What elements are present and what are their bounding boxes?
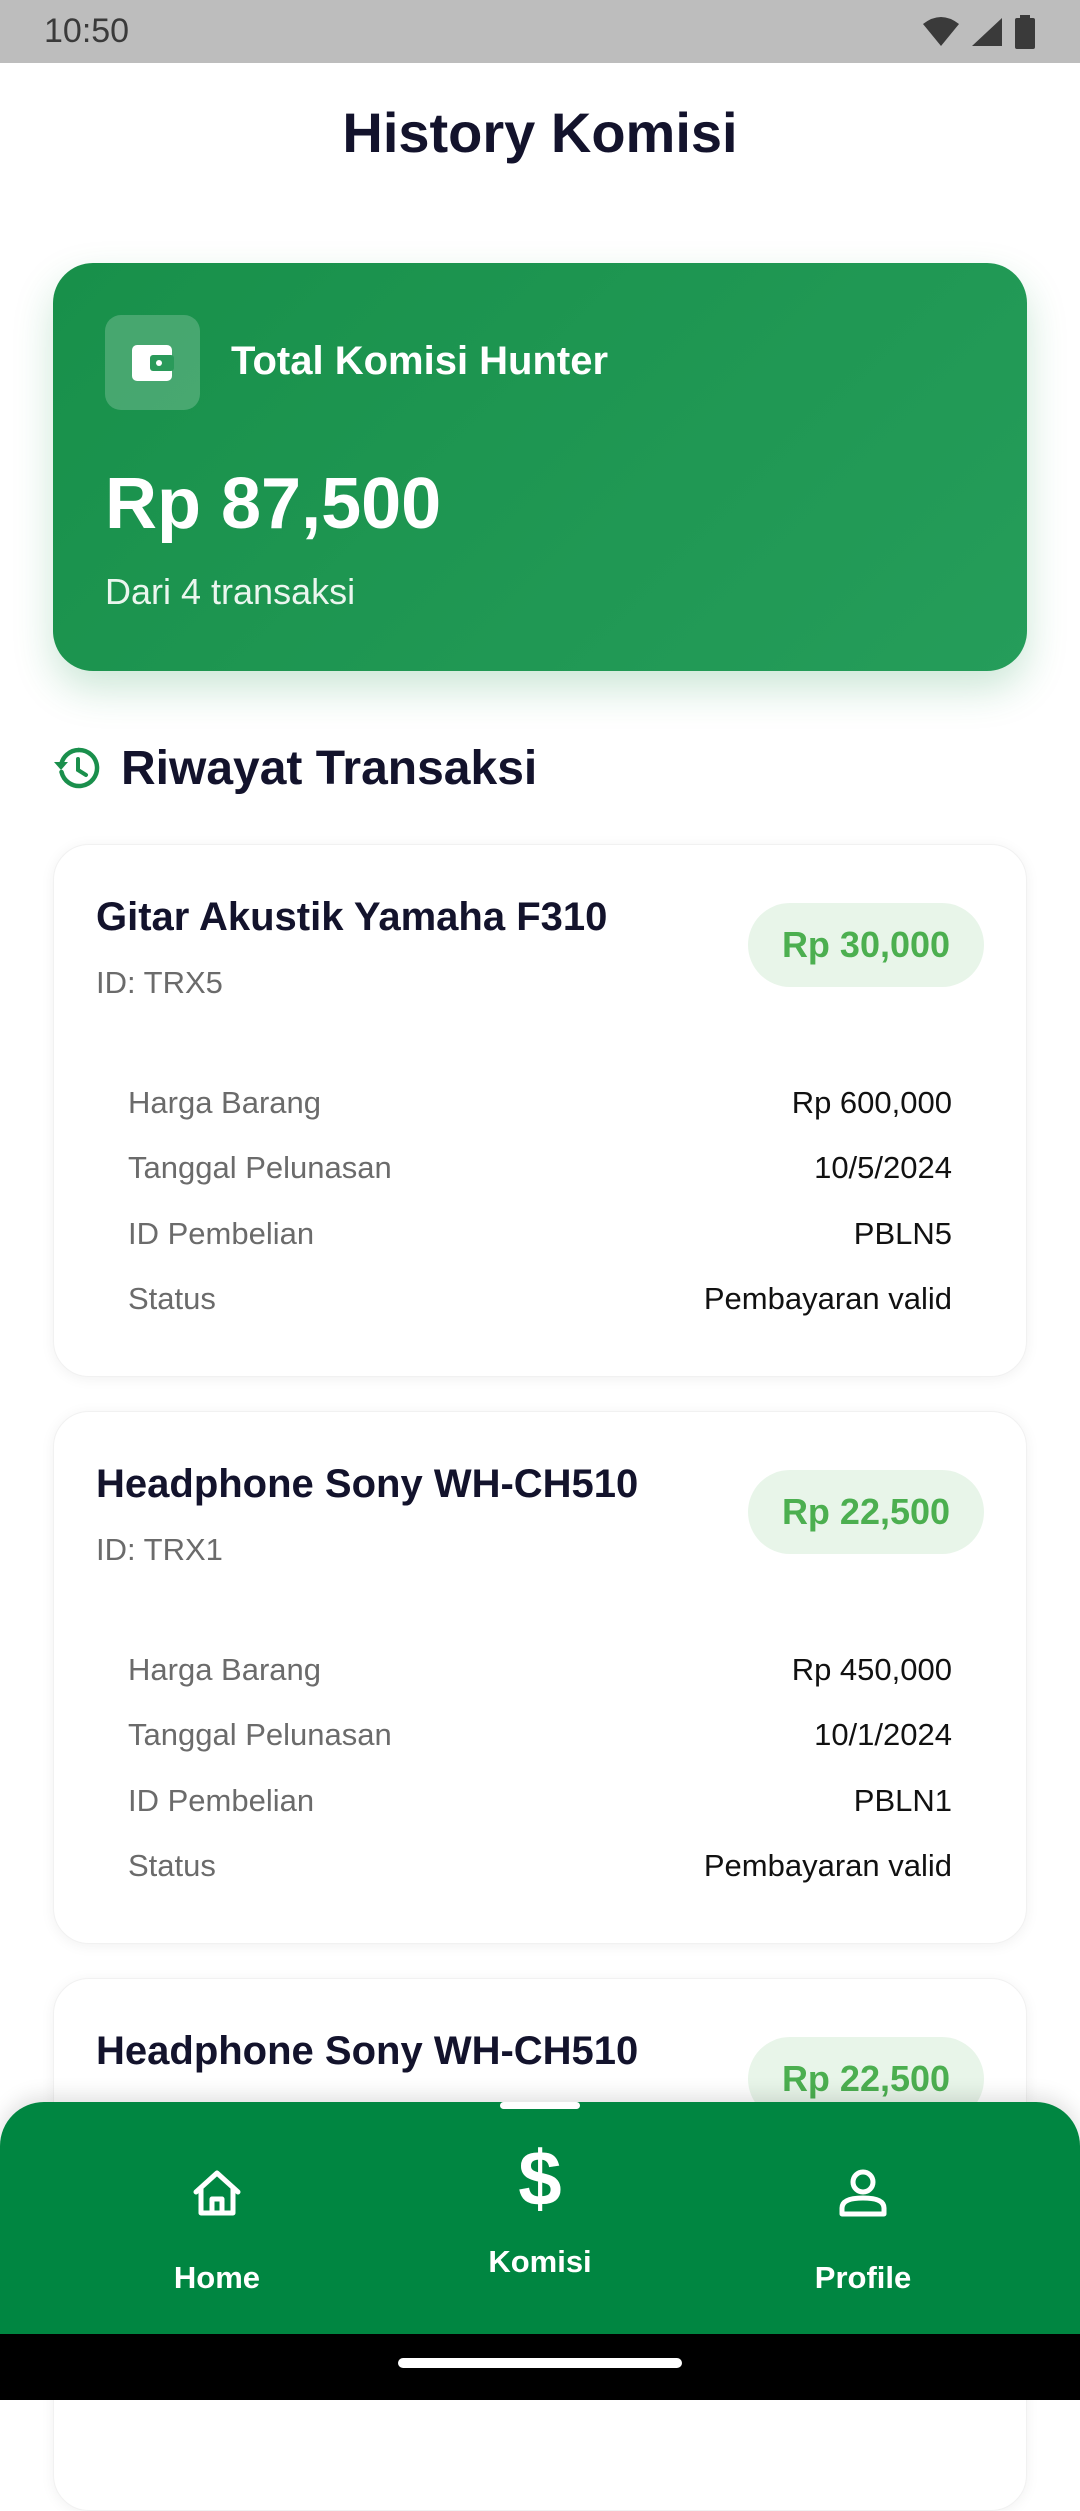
detail-row-status: Status Pembayaran valid	[128, 1834, 952, 1900]
transaction-id: ID: TRX5	[96, 965, 223, 1000]
detail-value: Rp 600,000	[791, 1084, 952, 1120]
page-title: History Komisi	[342, 101, 738, 164]
person-icon	[743, 2168, 983, 2218]
detail-row-purchase-id: ID Pembelian PBLN5	[128, 1201, 952, 1267]
summary-subtitle: Dari 4 transaksi	[105, 571, 356, 612]
wifi-icon	[923, 16, 959, 46]
detail-value: 10/5/2024	[814, 1150, 952, 1186]
detail-label: Status	[128, 1281, 216, 1317]
wallet-icon-box	[105, 315, 200, 410]
detail-label: Harga Barang	[128, 1084, 322, 1120]
total-commission-card: Total Komisi Hunter Rp 87,500 Dari 4 tra…	[53, 263, 1027, 671]
commission-badge: Rp 30,000	[748, 903, 984, 987]
detail-value: Pembayaran valid	[703, 1848, 952, 1884]
nav-item-profile[interactable]: Profile	[743, 2102, 983, 2334]
detail-value: PBLN1	[853, 1782, 952, 1818]
section-header: Riwayat Transaksi	[53, 738, 537, 798]
detail-value: Pembayaran valid	[703, 1281, 952, 1317]
history-icon	[54, 747, 100, 789]
detail-row-price: Harga Barang Rp 600,000	[128, 1070, 952, 1136]
battery-icon	[1015, 14, 1035, 49]
transaction-card[interactable]: Headphone Sony WH-CH510 ID: TRX1 Rp 22,5…	[53, 1411, 1027, 1944]
home-icon	[97, 2168, 337, 2218]
detail-label: Status	[128, 1848, 216, 1884]
detail-row-price: Harga Barang Rp 450,000	[128, 1637, 952, 1703]
detail-row-date: Tanggal Pelunasan 10/1/2024	[128, 1703, 952, 1769]
detail-label: Tanggal Pelunasan	[128, 1717, 392, 1753]
system-nav-bar	[0, 2334, 1080, 2400]
nav-item-komisi[interactable]: $ Komisi	[420, 2102, 660, 2334]
detail-row-purchase-id: ID Pembelian PBLN1	[128, 1768, 952, 1834]
transaction-id: ID: TRX1	[96, 1532, 223, 1567]
detail-label: ID Pembelian	[128, 1782, 315, 1818]
dollar-icon: $	[518, 2134, 562, 2222]
detail-value: 10/1/2024	[814, 1717, 952, 1753]
nav-label-profile: Profile	[814, 2260, 912, 2295]
detail-value: PBLN5	[853, 1215, 952, 1251]
section-title: Riwayat Transaksi	[121, 741, 538, 795]
detail-row-date: Tanggal Pelunasan 10/5/2024	[128, 1136, 952, 1202]
commission-badge: Rp 22,500	[748, 1470, 984, 1554]
status-bar: 10:50	[0, 0, 1080, 63]
detail-value: Rp 450,000	[791, 1651, 952, 1687]
nav-label-komisi: Komisi	[488, 2244, 592, 2279]
detail-row-status: Status Pembayaran valid	[128, 1267, 952, 1333]
nav-item-home[interactable]: Home	[97, 2102, 337, 2334]
summary-label: Total Komisi Hunter	[231, 339, 609, 383]
detail-label: Harga Barang	[128, 1651, 322, 1687]
transaction-details: Harga Barang Rp 600,000 Tanggal Pelunasa…	[128, 1070, 952, 1332]
summary-amount: Rp 87,500	[105, 464, 442, 544]
transaction-details: Harga Barang Rp 450,000 Tanggal Pelunasa…	[128, 1637, 952, 1899]
detail-label: Tanggal Pelunasan	[128, 1150, 392, 1186]
signal-icon	[972, 17, 1002, 46]
transaction-name: Headphone Sony WH-CH510	[96, 2029, 639, 2073]
transaction-name: Headphone Sony WH-CH510	[96, 1462, 639, 1506]
detail-label: ID Pembelian	[128, 1215, 315, 1251]
status-icons	[922, 14, 1036, 49]
transaction-name: Gitar Akustik Yamaha F310	[96, 895, 608, 939]
transaction-card[interactable]: Gitar Akustik Yamaha F310 ID: TRX5 Rp 30…	[53, 844, 1027, 1377]
bottom-nav: Home $ Komisi Profile	[0, 2102, 1080, 2334]
nav-label-home: Home	[173, 2260, 261, 2295]
status-time: 10:50	[44, 12, 130, 50]
home-gesture-handle[interactable]	[398, 2358, 682, 2368]
wallet-icon	[131, 344, 174, 381]
